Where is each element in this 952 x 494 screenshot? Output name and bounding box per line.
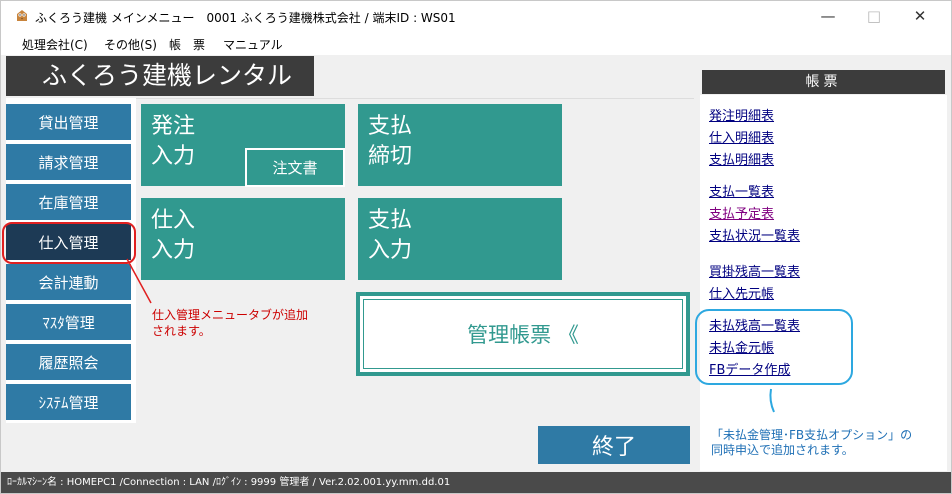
menu-reports[interactable]: 帳 票 — [169, 36, 205, 53]
report-link-payment-list[interactable]: 支払一覧表 — [709, 181, 774, 200]
menu-manual[interactable]: マニュアル — [223, 36, 283, 53]
close-button[interactable]: ✕ — [897, 1, 943, 31]
management-reports-label: 管理帳票 《 — [363, 299, 683, 369]
menu-bar: 処理会社(C) その他(S) 帳 票 マニュアル — [1, 31, 951, 55]
maximize-icon: □ — [866, 7, 882, 25]
sidebar-item-system[interactable]: ｼｽﾃﾑ管理 — [6, 384, 131, 420]
unpaid-reports-highlight-outline — [695, 309, 853, 385]
purchasing-tab-note: 仕入管理メニュータブが追加 されます。 — [152, 307, 308, 339]
close-icon: ✕ — [913, 7, 927, 25]
option-note-line: 「未払金管理･FB支払オプション」の — [711, 428, 913, 442]
report-link-payables-balance[interactable]: 買掛残高一覧表 — [709, 261, 800, 280]
option-note-line: 同時申込で追加されます。 — [711, 443, 854, 457]
app-header-title: ふくろう建機レンタル — [6, 56, 314, 96]
exit-button[interactable]: 終了 — [538, 426, 690, 464]
owl-app-icon — [17, 10, 27, 21]
management-reports-button[interactable]: 管理帳票 《 — [356, 292, 690, 376]
payment-close-tile[interactable]: 支払 締切 — [358, 104, 562, 186]
payment-entry-tile[interactable]: 支払 入力 — [358, 198, 562, 280]
title-bar: ふくろう建機 メインメニュー 0001 ふくろう建機株式会社 / 端末ID : … — [1, 1, 951, 31]
sidebar-item-accounting[interactable]: 会計連動 — [6, 264, 131, 300]
window-title: ふくろう建機 メインメニュー 0001 ふくろう建機株式会社 / 端末ID : … — [35, 11, 456, 25]
purchase-entry-tile[interactable]: 仕入 入力 — [141, 198, 345, 280]
report-link-payment-schedule[interactable]: 支払予定表 — [709, 203, 774, 222]
minimize-icon: — — [820, 7, 836, 25]
report-link-order-detail[interactable]: 発注明細表 — [709, 105, 774, 124]
purchasing-tab-note-line: されます。 — [152, 324, 211, 338]
purchasing-tab-note-line: 仕入管理メニュータブが追加 — [152, 308, 309, 322]
purchasing-highlight-outline — [2, 222, 136, 264]
menu-company[interactable]: 処理会社(C) — [22, 36, 88, 53]
status-bar: ﾛｰｶﾙﾏｼｰﾝ名 : HOMEPC1 /Connection : LAN /ﾛ… — [1, 472, 951, 493]
sidebar-item-rental[interactable]: 貸出管理 — [6, 104, 131, 140]
report-link-payment-status[interactable]: 支払状況一覧表 — [709, 225, 800, 244]
sidebar-item-inventory[interactable]: 在庫管理 — [6, 184, 131, 220]
report-link-purchase-detail[interactable]: 仕入明細表 — [709, 127, 774, 146]
report-link-payment-detail[interactable]: 支払明細表 — [709, 149, 774, 168]
reports-header: 帳票 — [702, 70, 945, 94]
maximize-button[interactable]: □ — [851, 1, 897, 31]
sidebar-item-master[interactable]: ﾏｽﾀ管理 — [6, 304, 131, 340]
report-link-supplier-ledger[interactable]: 仕入先元帳 — [709, 283, 774, 302]
option-note: 「未払金管理･FB支払オプション」の 同時申込で追加されます。 — [711, 428, 912, 458]
menu-other[interactable]: その他(S) — [104, 36, 157, 53]
sidebar-item-billing[interactable]: 請求管理 — [6, 144, 131, 180]
minimize-button[interactable]: — — [805, 1, 851, 31]
main-menu-window: ふくろう建機 メインメニュー 0001 ふくろう建機株式会社 / 端末ID : … — [0, 0, 952, 494]
sidebar-item-history[interactable]: 履歴照会 — [6, 344, 131, 380]
purchase-order-button[interactable]: 注文書 — [245, 148, 345, 187]
